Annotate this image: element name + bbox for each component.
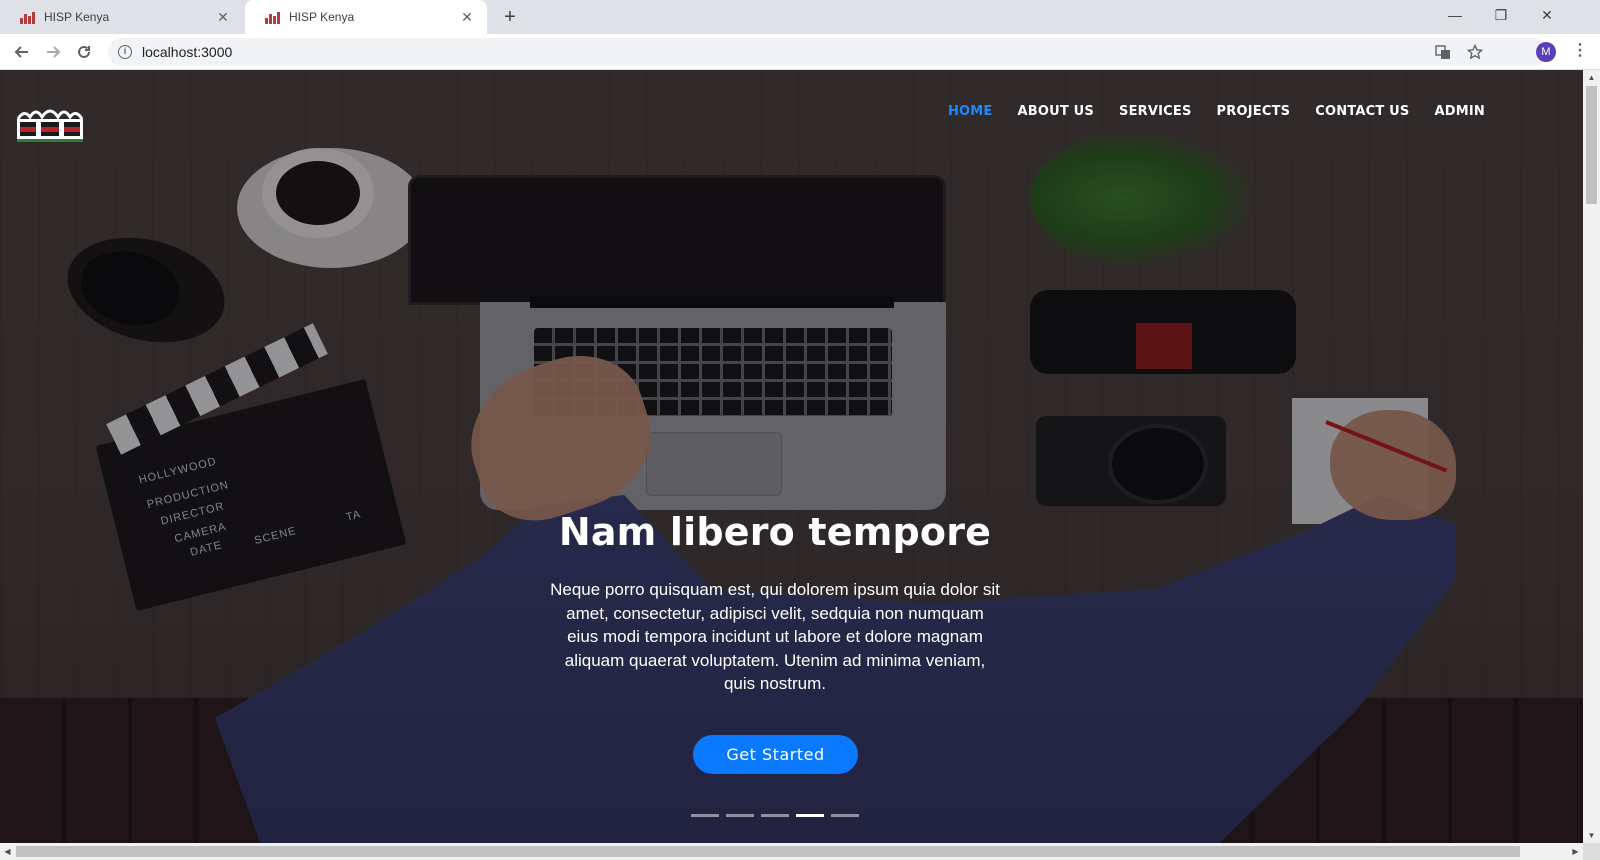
favicon-icon bbox=[20, 10, 36, 24]
vertical-scrollbar[interactable]: ▲ ▼ bbox=[1583, 70, 1600, 843]
hero-overlay bbox=[0, 70, 1583, 843]
nav-services[interactable]: SERVICES bbox=[1119, 104, 1192, 119]
restore-icon[interactable]: ❐ bbox=[1478, 0, 1524, 30]
browser-menu-icon[interactable]: ⋮ bbox=[1572, 42, 1588, 62]
profile-avatar[interactable]: M bbox=[1536, 42, 1556, 62]
nav-home[interactable]: HOME bbox=[948, 104, 993, 119]
tab-title: HISP Kenya bbox=[289, 10, 355, 24]
site-logo[interactable] bbox=[14, 105, 86, 145]
scroll-right-arrow-icon[interactable]: ▶ bbox=[1571, 847, 1580, 856]
close-tab-icon[interactable]: ✕ bbox=[215, 9, 231, 25]
nav-admin[interactable]: ADMIN bbox=[1434, 104, 1485, 119]
minimize-icon[interactable]: — bbox=[1432, 0, 1478, 30]
browser-tab-2[interactable]: HISP Kenya ✕ bbox=[245, 0, 487, 34]
vertical-scroll-thumb[interactable] bbox=[1586, 86, 1597, 204]
new-tab-icon[interactable]: + bbox=[498, 6, 522, 30]
page-viewport: HOLLYWOOD PRODUCTION DIRECTOR CAMERA DAT… bbox=[0, 70, 1583, 843]
carousel-indicator-2[interactable] bbox=[726, 814, 754, 817]
close-tab-icon[interactable]: ✕ bbox=[459, 9, 475, 25]
bookmark-star-icon[interactable] bbox=[1462, 38, 1488, 66]
horizontal-scroll-thumb[interactable] bbox=[16, 846, 1520, 857]
get-started-button[interactable]: Get Started bbox=[693, 735, 858, 774]
tab-title: HISP Kenya bbox=[44, 10, 110, 24]
url-text: localhost:3000 bbox=[142, 44, 233, 60]
scroll-up-arrow-icon[interactable]: ▲ bbox=[1587, 73, 1596, 82]
nav-about-us[interactable]: ABOUT US bbox=[1018, 104, 1095, 119]
nav-contact-us[interactable]: CONTACT US bbox=[1315, 104, 1409, 119]
carousel-indicator-1[interactable] bbox=[691, 814, 719, 817]
main-navigation: HOME ABOUT US SERVICES PROJECTS CONTACT … bbox=[948, 104, 1485, 119]
favicon-icon bbox=[265, 10, 281, 24]
carousel-indicator-5[interactable] bbox=[831, 814, 859, 817]
window-close-icon[interactable]: ✕ bbox=[1524, 0, 1570, 30]
scroll-down-arrow-icon[interactable]: ▼ bbox=[1587, 831, 1596, 840]
hero-description: Neque porro quisquam est, qui dolorem ip… bbox=[550, 580, 1000, 693]
scroll-left-arrow-icon[interactable]: ◀ bbox=[3, 847, 12, 856]
tab-strip: HISP Kenya ✕ HISP Kenya ✕ + — ❐ ✕ bbox=[0, 0, 1600, 34]
nav-projects[interactable]: PROJECTS bbox=[1217, 104, 1291, 119]
scrollbar-corner bbox=[1583, 843, 1600, 860]
horizontal-scrollbar[interactable]: ◀ ▶ bbox=[0, 843, 1583, 860]
info-icon[interactable]: i bbox=[118, 45, 132, 59]
hero-title: Nam libero tempore bbox=[558, 510, 992, 554]
reload-icon[interactable] bbox=[70, 38, 98, 66]
address-toolbar: i localhost:3000 M ⋮ bbox=[0, 34, 1600, 70]
address-bar[interactable]: i localhost:3000 bbox=[108, 38, 1548, 66]
translate-icon[interactable] bbox=[1430, 38, 1456, 66]
forward-icon[interactable] bbox=[39, 38, 67, 66]
carousel-indicators bbox=[691, 814, 859, 817]
carousel-indicator-3[interactable] bbox=[761, 814, 789, 817]
carousel-indicator-4[interactable] bbox=[796, 814, 824, 817]
hero-section: HOLLYWOOD PRODUCTION DIRECTOR CAMERA DAT… bbox=[0, 70, 1583, 843]
browser-tab-1[interactable]: HISP Kenya ✕ bbox=[0, 0, 243, 34]
back-icon[interactable] bbox=[8, 38, 36, 66]
